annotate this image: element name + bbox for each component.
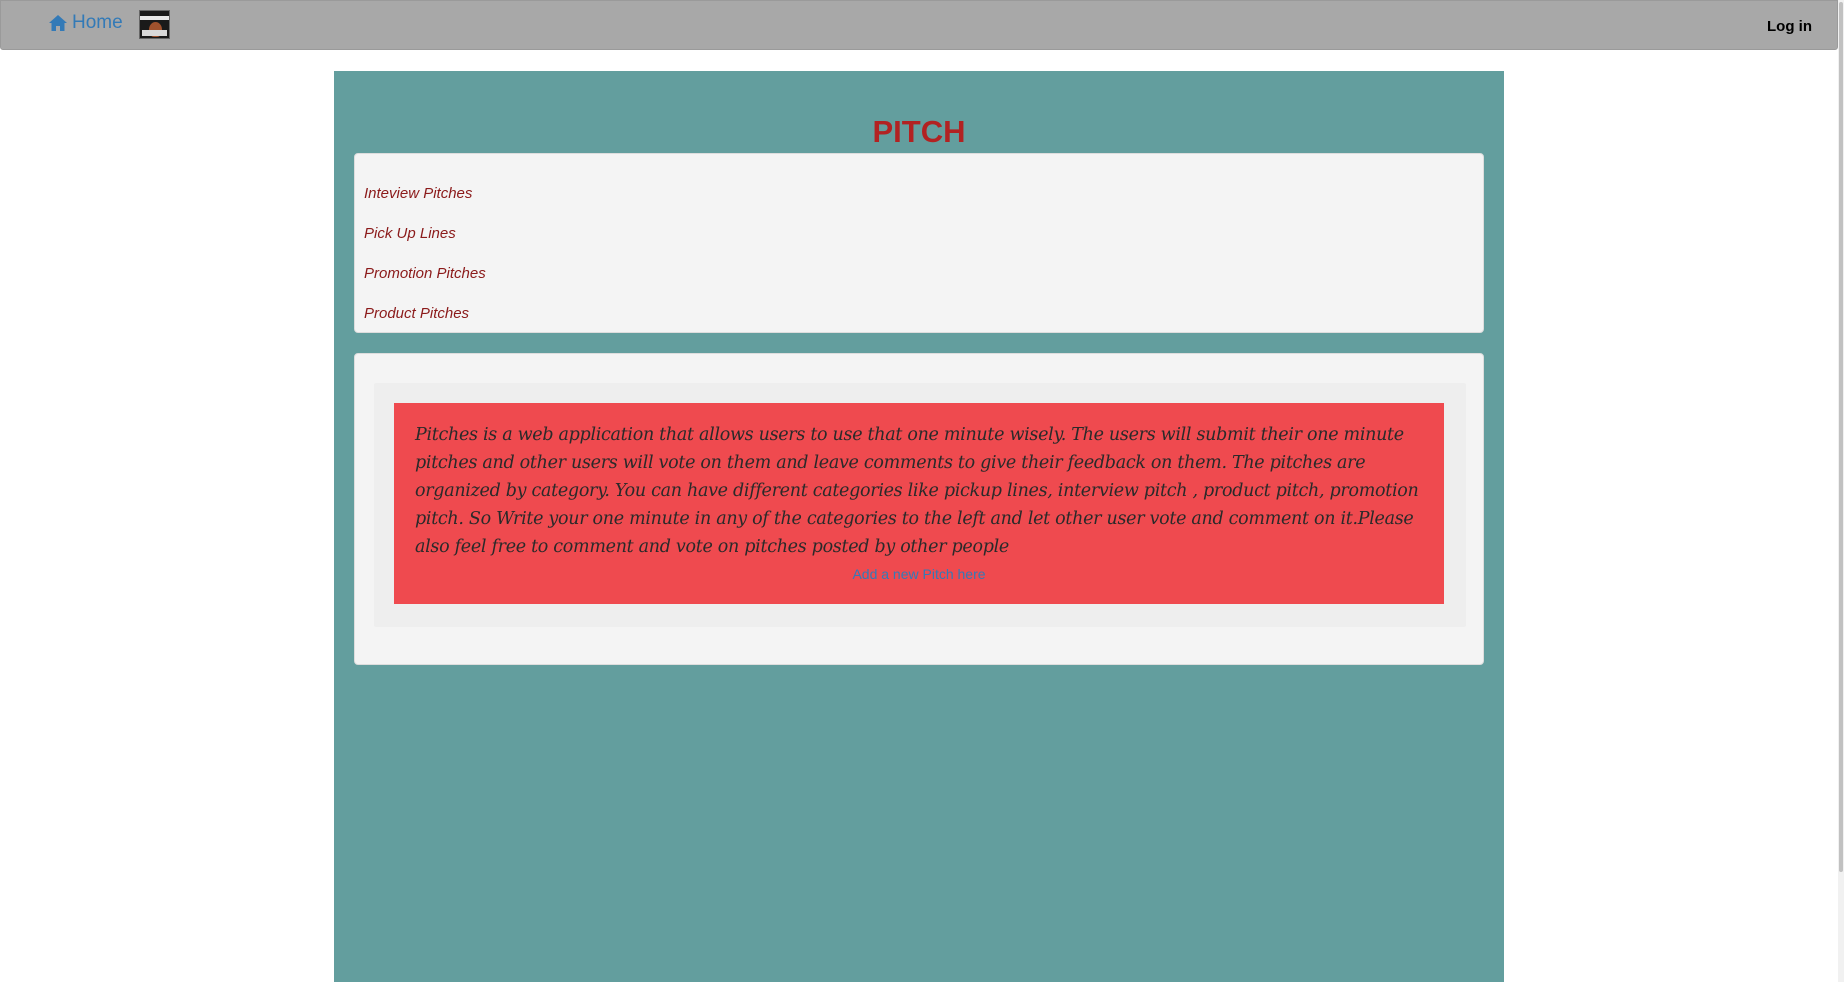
home-link[interactable]: Home	[48, 12, 123, 34]
home-label: Home	[72, 12, 123, 33]
main-content: PITCH Inteview Pitches Pick Up Lines Pro…	[334, 71, 1504, 982]
page-title: PITCH	[872, 114, 966, 149]
category-link-product[interactable]: Product Pitches	[364, 305, 469, 322]
category-link-promotion[interactable]: Promotion Pitches	[364, 265, 486, 282]
add-pitch-link[interactable]: Add a new Pitch here	[394, 566, 1444, 582]
description-box: Pitches is a web application that allows…	[394, 403, 1444, 604]
page-scrollbar[interactable]	[1838, 0, 1844, 982]
category-link-interview[interactable]: Inteview Pitches	[364, 185, 472, 202]
login-link[interactable]: Log in	[1767, 18, 1812, 35]
top-navbar: Home Log in	[0, 0, 1838, 50]
info-well: Pitches is a web application that allows…	[374, 383, 1466, 627]
app-description: Pitches is a web application that allows…	[415, 425, 1419, 557]
info-panel: Pitches is a web application that allows…	[354, 353, 1484, 665]
user-avatar[interactable]	[139, 10, 170, 39]
home-icon	[49, 15, 67, 31]
scrollbar-thumb[interactable]	[1839, 2, 1843, 872]
categories-panel: Inteview Pitches Pick Up Lines Promotion…	[354, 153, 1484, 333]
category-link-pickup[interactable]: Pick Up Lines	[364, 225, 456, 242]
